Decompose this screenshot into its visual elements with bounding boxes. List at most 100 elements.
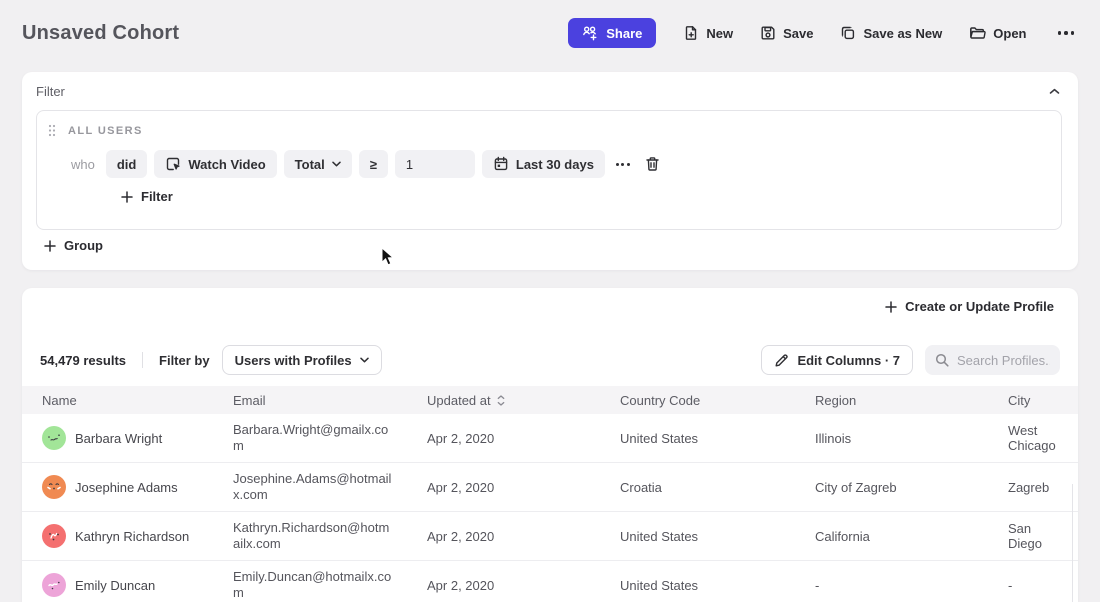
- sort-updown-icon: [497, 395, 505, 406]
- avatar: [42, 573, 66, 597]
- aggregate-chip-label: Total: [295, 157, 325, 172]
- more-actions-button[interactable]: [1054, 27, 1079, 39]
- page-title: Unsaved Cohort: [22, 22, 179, 45]
- plus-icon: [44, 240, 56, 252]
- date-range-chip[interactable]: Last 30 days: [482, 150, 605, 178]
- add-group-button[interactable]: Group: [44, 238, 103, 253]
- open-button[interactable]: Open: [969, 25, 1026, 41]
- column-header-region[interactable]: Region: [815, 393, 1008, 408]
- share-button[interactable]: Share: [568, 18, 656, 48]
- filter-by-label: Filter by: [159, 353, 210, 368]
- chevron-down-icon: [332, 161, 341, 167]
- profile-name: Emily Duncan: [75, 578, 155, 593]
- results-count: 54,479 results: [40, 353, 126, 368]
- plus-icon: [121, 191, 133, 203]
- profile-email: Barbara.Wright@gmailx.com: [233, 422, 411, 455]
- table-row[interactable]: Emily Duncan Emily.Duncan@hotmailx.com A…: [22, 561, 1078, 602]
- filter-panel: Filter ALL USERS who did: [22, 72, 1078, 270]
- profile-name-cell: Kathryn Richardson: [42, 524, 233, 548]
- event-chip[interactable]: Watch Video: [154, 150, 276, 178]
- copy-icon: [840, 25, 856, 41]
- toolbar-right: Edit Columns · 7: [761, 345, 1060, 375]
- did-chip-label: did: [117, 157, 137, 172]
- profile-name-cell: Emily Duncan: [42, 573, 233, 597]
- threshold-input[interactable]: [395, 150, 475, 178]
- search-icon: [935, 353, 949, 367]
- column-boundary: [1072, 484, 1073, 602]
- operator-chip[interactable]: ≥: [359, 150, 388, 178]
- profile-updated-at: Apr 2, 2020: [427, 480, 620, 495]
- plus-icon: [885, 301, 897, 313]
- search-profiles-input[interactable]: [957, 353, 1050, 368]
- share-people-icon: [582, 25, 598, 41]
- save-as-new-button-label: Save as New: [863, 26, 942, 41]
- save-disk-icon: [760, 25, 776, 41]
- app-header: Unsaved Cohort Share New: [22, 10, 1078, 56]
- avatar: [42, 475, 66, 499]
- avatar: [42, 426, 66, 450]
- profile-city: West Chicago: [1008, 423, 1078, 453]
- column-header-city[interactable]: City: [1008, 393, 1078, 408]
- column-header-name[interactable]: Name: [42, 393, 233, 408]
- filter-panel-header: Filter: [22, 72, 1078, 110]
- profile-name-cell: Josephine Adams: [42, 475, 233, 499]
- edit-columns-button[interactable]: Edit Columns · 7: [761, 345, 913, 375]
- cohort-group-header: ALL USERS: [37, 111, 1061, 137]
- did-chip[interactable]: did: [106, 150, 148, 178]
- folder-icon: [969, 25, 986, 41]
- profile-email: Emily.Duncan@hotmailx.com: [233, 569, 411, 602]
- aggregate-chip[interactable]: Total: [284, 150, 352, 178]
- calendar-icon: [493, 156, 509, 172]
- avatar: [42, 524, 66, 548]
- create-or-update-profile-button[interactable]: Create or Update Profile: [885, 299, 1054, 314]
- table-row[interactable]: Kathryn Richardson Kathryn.Richardson@ho…: [22, 512, 1078, 561]
- profile-city: -: [1008, 578, 1078, 593]
- profile-name: Kathryn Richardson: [75, 529, 189, 544]
- trash-icon: [645, 156, 660, 172]
- column-header-email[interactable]: Email: [233, 393, 427, 408]
- column-header-country-code[interactable]: Country Code: [620, 393, 815, 408]
- save-button[interactable]: Save: [760, 25, 813, 41]
- cohort-group: ALL USERS who did Watch Video Total: [36, 110, 1062, 230]
- profile-country: United States: [620, 431, 815, 446]
- date-range-chip-label: Last 30 days: [516, 157, 594, 172]
- drag-handle-icon[interactable]: [48, 124, 56, 137]
- chevron-down-icon: [360, 357, 369, 363]
- filter-by-value: Users with Profiles: [235, 353, 352, 368]
- table-row[interactable]: Barbara Wright Barbara.Wright@gmailx.com…: [22, 414, 1078, 463]
- share-button-label: Share: [606, 26, 642, 41]
- edit-columns-label: Edit Columns · 7: [797, 353, 900, 368]
- new-button[interactable]: New: [683, 25, 733, 41]
- table-row[interactable]: Josephine Adams Josephine.Adams@hotmailx…: [22, 463, 1078, 512]
- delete-filter-button[interactable]: [641, 152, 664, 176]
- table-header-row: Name Email Updated at Country Code Regio…: [22, 386, 1078, 414]
- profile-updated-at: Apr 2, 2020: [427, 431, 620, 446]
- save-as-new-button[interactable]: Save as New: [840, 25, 942, 41]
- add-group-label: Group: [64, 238, 103, 253]
- profile-city: Zagreb: [1008, 480, 1078, 495]
- header-actions: Share New Save: [568, 18, 1078, 48]
- create-or-update-profile-label: Create or Update Profile: [905, 299, 1054, 314]
- profile-name: Barbara Wright: [75, 431, 162, 446]
- profile-region: Illinois: [815, 431, 1008, 446]
- filter-more-button[interactable]: [612, 159, 634, 170]
- save-button-label: Save: [783, 26, 813, 41]
- filter-panel-title: Filter: [36, 84, 65, 99]
- ellipsis-icon: [1058, 31, 1075, 35]
- profile-updated-at: Apr 2, 2020: [427, 529, 620, 544]
- filter-row: who did Watch Video Total: [71, 150, 1061, 178]
- profile-name: Josephine Adams: [75, 480, 178, 495]
- profile-country: United States: [620, 578, 815, 593]
- event-icon: [165, 156, 181, 172]
- profile-region: -: [815, 578, 1008, 593]
- column-header-updated-at[interactable]: Updated at: [427, 393, 620, 408]
- collapse-filter-button[interactable]: [1047, 86, 1062, 97]
- operator-chip-label: ≥: [370, 157, 377, 172]
- filter-by-dropdown[interactable]: Users with Profiles: [222, 345, 382, 375]
- profiles-panel: Create or Update Profile 54,479 results …: [22, 288, 1078, 602]
- add-filter-button[interactable]: Filter: [121, 189, 173, 204]
- open-button-label: Open: [993, 26, 1026, 41]
- divider: [142, 352, 143, 368]
- profiles-toolbar: 54,479 results Filter by Users with Prof…: [40, 345, 1060, 375]
- profile-country: Croatia: [620, 480, 815, 495]
